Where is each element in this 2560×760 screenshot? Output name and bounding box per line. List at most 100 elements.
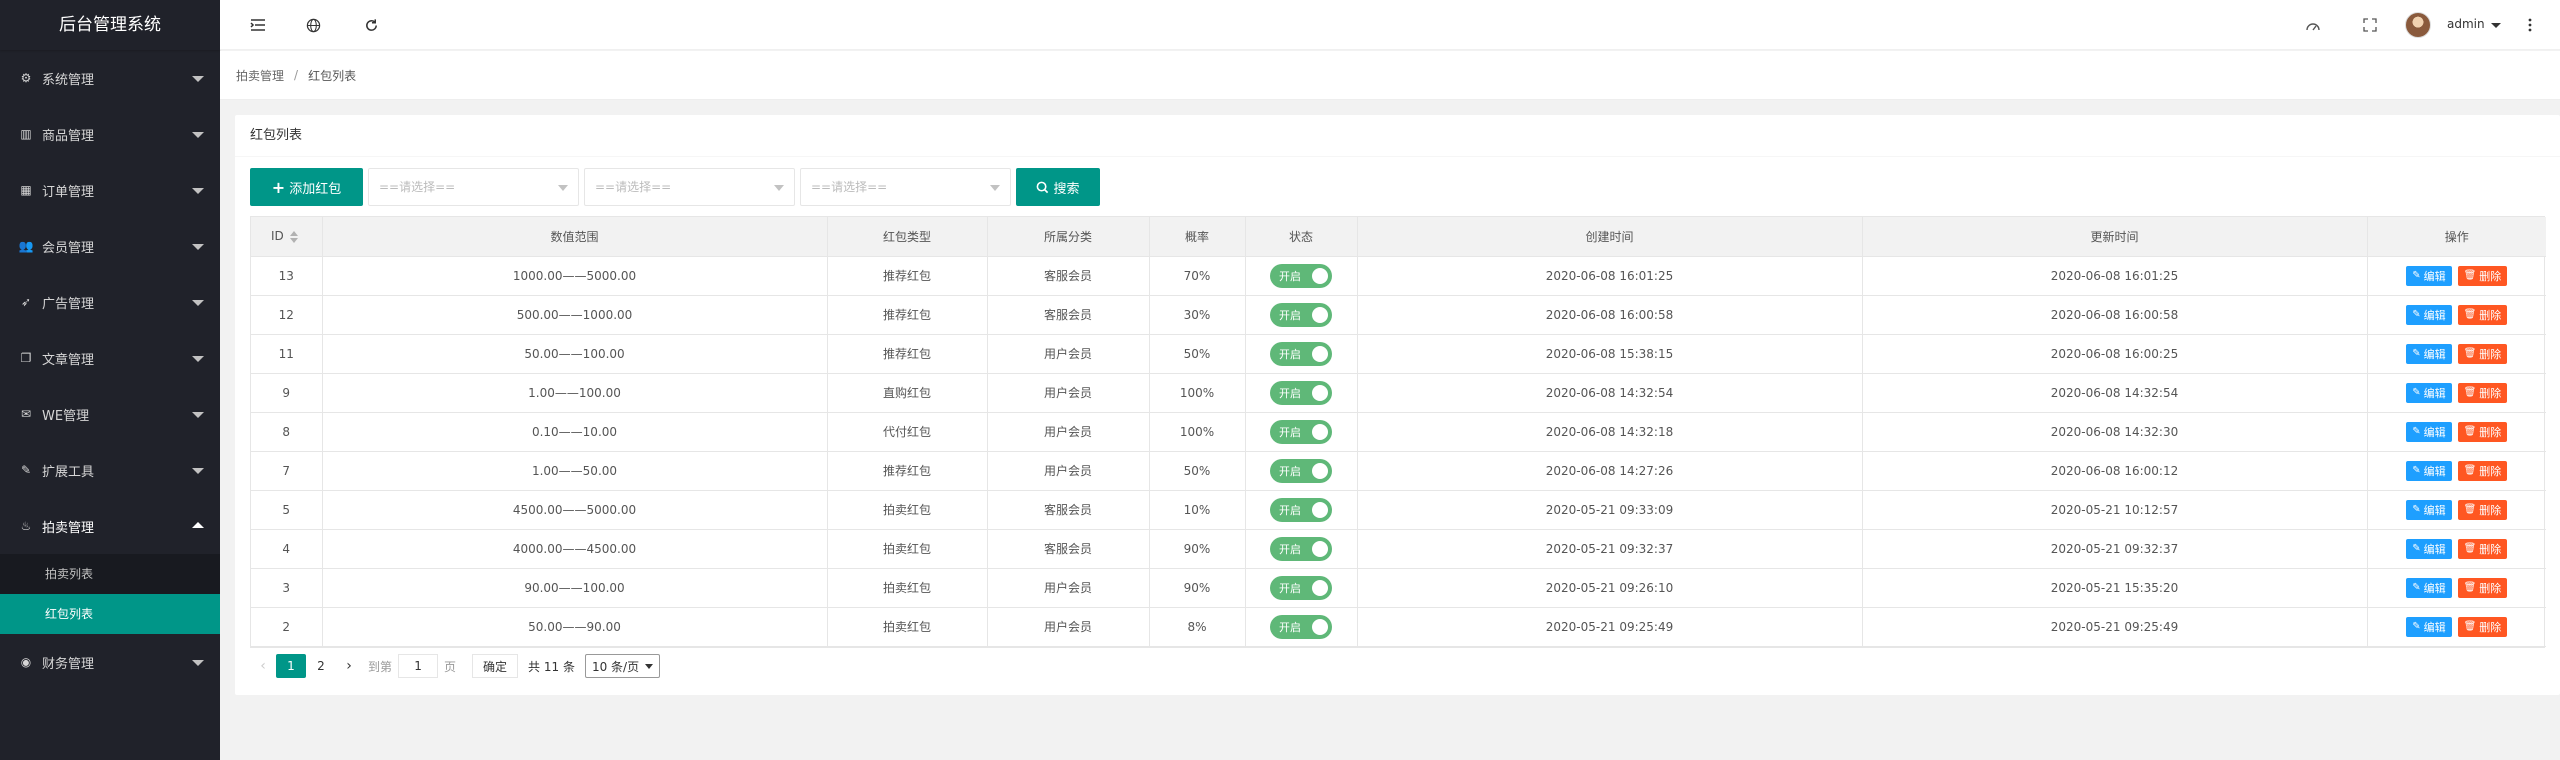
status-toggle[interactable]: 开启 bbox=[1270, 458, 1332, 483]
user-name[interactable]: admin bbox=[2447, 17, 2485, 31]
cell-actions: ✎ 编辑 🗑 删除 bbox=[2367, 412, 2546, 452]
sidebar-item-7[interactable]: ✉ WE管理 bbox=[0, 386, 220, 442]
status-toggle[interactable]: 开启 bbox=[1270, 497, 1332, 522]
delete-button[interactable]: 🗑 删除 bbox=[2457, 382, 2508, 403]
table-row: 3 90.00——100.00 拍卖红包 用户会员 90% 开启 2020-05-21 09… bbox=[251, 568, 2546, 608]
status-toggle[interactable]: 开启 bbox=[1270, 614, 1332, 639]
cell-status: 开启 bbox=[1245, 334, 1358, 374]
toolbar: + 添加红包 ==请选择== ==请选择== ==请选择== 搜索 bbox=[250, 168, 1100, 206]
page-jump-input[interactable]: 1 bbox=[398, 654, 439, 678]
sort-icon[interactable] bbox=[289, 230, 300, 243]
header-id[interactable]: ID bbox=[251, 217, 323, 257]
sidebar-item-9[interactable]: ♨ 拍卖管理 bbox=[0, 498, 220, 554]
edit-label: 编辑 bbox=[2423, 386, 2446, 400]
user-dropdown-icon[interactable] bbox=[2491, 23, 2501, 28]
plus-icon: + bbox=[271, 177, 286, 197]
cell-rate: 30% bbox=[1149, 295, 1246, 335]
pencil-icon: ✎ bbox=[2412, 582, 2421, 593]
theme-icon[interactable] bbox=[2303, 15, 2323, 35]
edit-label: 编辑 bbox=[2423, 542, 2446, 556]
cell-created: 2020-05-21 09:26:10 bbox=[1357, 568, 1863, 608]
sidebar-item-label: WE管理 bbox=[42, 408, 90, 424]
chevron-down-icon bbox=[192, 412, 204, 418]
delete-button[interactable]: 🗑 删除 bbox=[2457, 460, 2508, 481]
edit-button[interactable]: ✎ 编辑 bbox=[2406, 577, 2452, 598]
submenu-item-1[interactable]: 拍卖列表 bbox=[0, 554, 220, 594]
status-toggle[interactable]: 开启 bbox=[1270, 263, 1332, 288]
status-toggle-label: 开启 bbox=[1279, 269, 1301, 283]
delete-button[interactable]: 🗑 删除 bbox=[2457, 421, 2508, 442]
calendar-icon: ▦ bbox=[20, 183, 32, 197]
sidebar-item-1[interactable]: ⚙ 系统管理 bbox=[0, 50, 220, 106]
status-toggle-label: 开启 bbox=[1279, 503, 1301, 517]
cell-created: 2020-06-08 14:27:26 bbox=[1357, 451, 1863, 491]
sidebar-item-2[interactable]: ▥ 商品管理 bbox=[0, 106, 220, 162]
edit-button[interactable]: ✎ 编辑 bbox=[2406, 265, 2452, 286]
status-toggle[interactable]: 开启 bbox=[1270, 380, 1332, 405]
fullscreen-icon[interactable] bbox=[2360, 15, 2380, 35]
edit-button[interactable]: ✎ 编辑 bbox=[2406, 421, 2452, 442]
sidebar-item-8[interactable]: ✎ 扩展工具 bbox=[0, 442, 220, 498]
cell-category: 客服会员 bbox=[987, 295, 1150, 335]
page-2[interactable]: 2 bbox=[306, 654, 336, 678]
status-toggle[interactable]: 开启 bbox=[1270, 575, 1332, 600]
edit-button[interactable]: ✎ 编辑 bbox=[2406, 382, 2452, 403]
delete-button[interactable]: 🗑 删除 bbox=[2457, 538, 2508, 559]
cell-range: 4500.00——5000.00 bbox=[322, 490, 828, 530]
chevron-down-icon bbox=[192, 188, 204, 194]
user-avatar[interactable] bbox=[2405, 12, 2431, 38]
status-toggle-label: 开启 bbox=[1279, 347, 1301, 361]
delete-button[interactable]: 🗑 删除 bbox=[2457, 577, 2508, 598]
status-toggle[interactable]: 开启 bbox=[1270, 302, 1332, 327]
filter-select-1[interactable]: ==请选择== bbox=[368, 168, 579, 206]
cell-type: 拍卖红包 bbox=[827, 568, 988, 608]
filter-select-3[interactable]: ==请选择== bbox=[800, 168, 1011, 206]
refresh-icon[interactable] bbox=[361, 15, 381, 35]
sidebar-item-3[interactable]: ▦ 订单管理 bbox=[0, 162, 220, 218]
edit-button[interactable]: ✎ 编辑 bbox=[2406, 343, 2452, 364]
edit-button[interactable]: ✎ 编辑 bbox=[2406, 499, 2452, 520]
submenu-item-2[interactable]: 红包列表 bbox=[0, 594, 220, 634]
status-toggle[interactable]: 开启 bbox=[1270, 536, 1332, 561]
menu-toggle-icon[interactable] bbox=[248, 15, 268, 35]
chevron-down-icon bbox=[192, 132, 204, 138]
cell-updated: 2020-06-08 14:32:54 bbox=[1862, 373, 2368, 413]
page-1[interactable]: 1 bbox=[276, 654, 306, 678]
header-id-label: ID bbox=[271, 229, 284, 244]
status-toggle-label: 开启 bbox=[1279, 425, 1301, 439]
page-jump-confirm-button[interactable]: 确定 bbox=[472, 654, 519, 678]
page-unit-label: 页 bbox=[444, 659, 457, 674]
edit-label: 编辑 bbox=[2423, 503, 2446, 517]
filter-select-2[interactable]: ==请选择== bbox=[584, 168, 795, 206]
search-button[interactable]: 搜索 bbox=[1016, 168, 1100, 206]
edit-button[interactable]: ✎ 编辑 bbox=[2406, 616, 2452, 637]
sidebar-item-4[interactable]: 👥 会员管理 bbox=[0, 218, 220, 274]
prev-page-icon[interactable]: ‹ bbox=[250, 658, 276, 674]
toggle-knob bbox=[1312, 462, 1328, 479]
more-vertical-icon[interactable] bbox=[2520, 15, 2540, 35]
card-title: 红包列表 bbox=[235, 115, 2560, 157]
page-size-select[interactable]: 10 条/页 bbox=[584, 654, 661, 678]
delete-button[interactable]: 🗑 删除 bbox=[2457, 499, 2508, 520]
delete-button[interactable]: 🗑 删除 bbox=[2457, 265, 2508, 286]
edit-button[interactable]: ✎ 编辑 bbox=[2406, 460, 2452, 481]
status-toggle[interactable]: 开启 bbox=[1270, 341, 1332, 366]
delete-button[interactable]: 🗑 删除 bbox=[2457, 616, 2508, 637]
breadcrumb-parent[interactable]: 拍卖管理 bbox=[236, 67, 284, 84]
trash-icon: 🗑 bbox=[2463, 543, 2477, 554]
sidebar-item-10[interactable]: ◉ 财务管理 bbox=[0, 634, 220, 690]
next-page-icon[interactable]: › bbox=[336, 658, 362, 674]
table-row: 13 1000.00——5000.00 推荐红包 客服会员 70% 开启 2020-06-0… bbox=[251, 256, 2546, 296]
globe-icon[interactable] bbox=[303, 15, 323, 35]
edit-button[interactable]: ✎ 编辑 bbox=[2406, 304, 2452, 325]
delete-button[interactable]: 🗑 删除 bbox=[2457, 343, 2508, 364]
edit-button[interactable]: ✎ 编辑 bbox=[2406, 538, 2452, 559]
add-red-packet-button[interactable]: + 添加红包 bbox=[250, 168, 363, 206]
delete-label: 删除 bbox=[2479, 386, 2502, 400]
delete-button[interactable]: 🗑 删除 bbox=[2457, 304, 2508, 325]
cell-actions: ✎ 编辑 🗑 删除 bbox=[2367, 529, 2546, 569]
sidebar-item-5[interactable]: ➶ 广告管理 bbox=[0, 274, 220, 330]
status-toggle[interactable]: 开启 bbox=[1270, 419, 1332, 444]
sidebar-item-6[interactable]: ❐ 文章管理 bbox=[0, 330, 220, 386]
table-row: 11 50.00——100.00 推荐红包 用户会员 50% 开启 2020-06-08 1… bbox=[251, 334, 2546, 374]
